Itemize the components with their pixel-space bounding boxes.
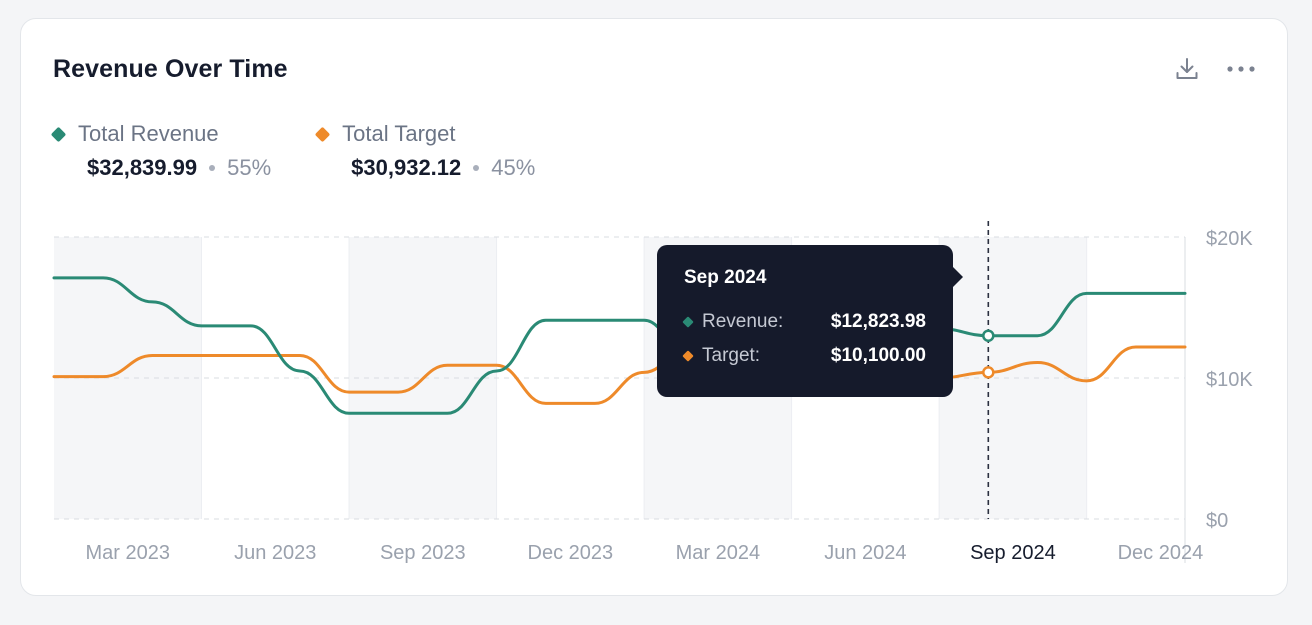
x-tick-label: Dec 2023: [528, 542, 614, 564]
x-tick-label: Sep 2023: [380, 542, 466, 564]
hover-point: [982, 329, 995, 342]
y-tick-label: $10K: [1206, 369, 1253, 391]
line-chart[interactable]: $20K $10K $0 Mar 2023 Jun 2023 Sep 2023 Dec 20…: [21, 19, 1289, 597]
chart-tooltip: Sep 2024 Revenue: $12,823.98 Target: $10…: [657, 245, 963, 397]
x-tick-label: Mar 2023: [86, 542, 171, 564]
tooltip-label: Target:: [702, 345, 761, 366]
x-tick-label: Jun 2024: [824, 542, 906, 564]
x-tick-label: Mar 2024: [676, 542, 761, 564]
target-marker-icon: [682, 350, 694, 362]
y-tick-label: $20K: [1206, 228, 1253, 250]
tooltip-row-target: Target: $10,100.00: [682, 339, 926, 373]
tooltip-row-revenue: Revenue: $12,823.98: [682, 305, 926, 339]
revenue-marker-icon: [682, 316, 694, 328]
tooltip-value: $12,823.98: [830, 311, 926, 332]
x-tick-label: Sep 2024: [970, 542, 1056, 564]
x-tick-label: Jun 2023: [234, 542, 316, 564]
tooltip-value: $10,100.00: [830, 345, 926, 366]
y-tick-label: $0: [1206, 510, 1228, 532]
tooltip-title: Sep 2024: [684, 267, 767, 288]
hover-point: [982, 366, 995, 379]
x-tick-label: Dec 2024: [1118, 542, 1204, 564]
tooltip-label: Revenue:: [702, 311, 784, 332]
revenue-chart-card: Revenue Over Time Total Revenue $32,839.…: [20, 18, 1288, 596]
